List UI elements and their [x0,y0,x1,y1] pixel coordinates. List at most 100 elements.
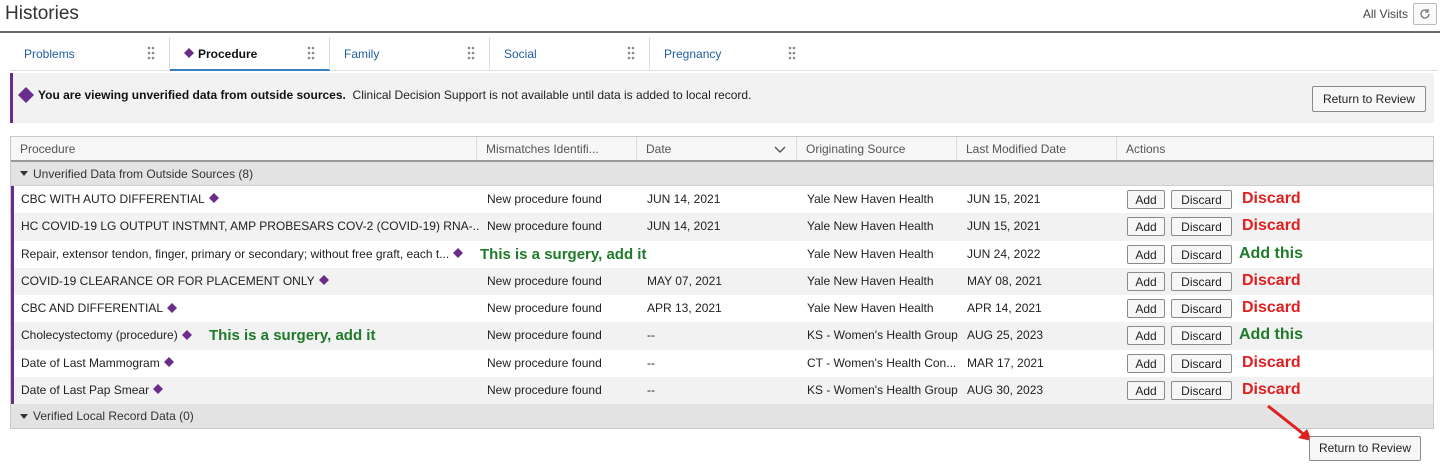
group-verified[interactable]: Verified Local Record Data (0) [11,404,1433,429]
drag-grip-icon[interactable] [147,46,155,60]
surgery-annotation: This is a surgery, add it [480,245,647,263]
tab-procedure[interactable]: Procedure [170,37,330,71]
caret-down-icon[interactable] [20,413,28,419]
cell-mismatch: New procedure found [480,213,640,240]
cell-text: CT - Women's Health Con... [807,355,957,370]
add-button[interactable]: Add [1127,381,1165,401]
table-row[interactable]: Cholecystectomy (procedure) New procedure… [11,322,1433,350]
return-to-review-button[interactable]: Return to Review [1312,86,1426,112]
tab-problems[interactable]: Problems [10,37,170,71]
drag-grip-icon[interactable] [467,46,475,60]
column-header-procedure[interactable]: Procedure [11,137,477,160]
cell-text: AUG 25, 2023 [967,328,1044,343]
add-button[interactable]: Add [1127,217,1165,237]
cell-text: COVID-19 CLEARANCE OR FOR PLACEMENT ONLY [21,273,315,288]
table-row[interactable]: CBC AND DIFFERENTIAL New procedure found A… [11,295,1433,323]
cell-date: APR 13, 2021 [640,295,800,322]
column-header-modified[interactable]: Last Modified Date [957,137,1117,160]
column-header-mismatches[interactable]: Mismatches Identifi... [477,137,637,160]
cell-text: APR 14, 2021 [967,301,1042,316]
cell-text: JUN 14, 2021 [647,219,721,234]
cell-date [640,241,800,268]
cell-procedure: HC COVID-19 LG OUTPUT INSTMNT, AMP PROBE… [14,213,480,240]
surgery-annotation: This is a surgery, add it [209,327,376,345]
tab-label: Family [344,47,380,61]
add-button[interactable]: Add [1127,190,1165,209]
discard-button[interactable]: Discard [1171,190,1232,209]
table-row[interactable]: CBC WITH AUTO DIFFERENTIAL New procedure … [11,186,1433,214]
cell-text: New procedure found [487,273,602,288]
table-row[interactable]: Repair, extensor tendon, finger, primary… [11,240,1433,268]
cell-modified: MAR 17, 2021 [960,350,1120,377]
cell-text: CBC AND DIFFERENTIAL [21,301,164,316]
discard-button[interactable]: Discard [1171,217,1232,237]
cell-text: -- [647,355,655,370]
action-annotation: Discard [1242,381,1301,399]
cell-text: CBC WITH AUTO DIFFERENTIAL [21,192,205,206]
unverified-diamond-icon [18,87,34,103]
drag-grip-icon[interactable] [788,46,796,60]
discard-button[interactable]: Discard [1171,326,1232,346]
unverified-diamond-icon [167,296,178,323]
tab-social[interactable]: Social [490,37,650,71]
cell-mismatch: New procedure found [480,295,640,322]
cell-text: New procedure found [487,355,602,370]
add-button[interactable]: Add [1127,353,1165,373]
discard-button[interactable]: Discard [1171,244,1232,264]
group-label: Unverified Data from Outside Sources (8) [33,167,254,181]
caret-down-icon[interactable] [20,171,28,177]
cell-text: JUN 24, 2022 [967,246,1041,261]
refresh-button[interactable] [1413,3,1437,25]
cell-text: AUG 30, 2023 [967,383,1044,398]
column-header-source[interactable]: Originating Source [797,137,957,160]
discard-button[interactable]: Discard [1171,271,1232,291]
chevron-down-icon[interactable] [774,146,786,154]
cell-text: New procedure found [487,219,602,234]
cell-text: MAY 08, 2021 [967,273,1042,288]
drag-grip-icon[interactable] [627,46,635,60]
discard-button[interactable]: Discard [1171,381,1232,401]
cell-modified: APR 14, 2021 [960,295,1120,322]
column-header-date[interactable]: Date [637,137,797,160]
add-button[interactable]: Add [1127,244,1165,264]
add-button[interactable]: Add [1127,271,1165,291]
cell-date: -- [640,350,800,377]
cell-modified: AUG 30, 2023 [960,377,1120,404]
table-row[interactable]: Date of Last Mammogram New procedure foun… [11,349,1433,378]
cell-text: HC COVID-19 LG OUTPUT INSTMNT, AMP PROBE… [21,219,480,234]
cell-date: MAY 07, 2021 [640,268,800,295]
return-to-review-button-bottom[interactable]: Return to Review [1309,436,1421,461]
cell-text: MAY 07, 2021 [647,273,722,288]
discard-button[interactable]: Discard [1171,299,1232,319]
table-row[interactable]: Date of Last Pap Smear New procedure foun… [11,377,1433,405]
add-button[interactable]: Add [1127,326,1165,346]
cell-procedure: CBC AND DIFFERENTIAL [14,295,480,322]
refresh-icon [1420,9,1430,19]
cell-text: KS - Women's Health Group [807,328,958,343]
table-row[interactable]: HC COVID-19 LG OUTPUT INSTMNT, AMP PROBE… [11,213,1433,241]
all-visits-label[interactable]: All Visits [1363,7,1408,21]
cell-source: Yale New Haven Health [800,241,960,268]
tab-pregnancy[interactable]: Pregnancy [650,37,810,71]
drag-grip-icon[interactable] [307,46,315,60]
unverified-diamond-icon [153,377,164,404]
cell-source: Yale New Haven Health [800,268,960,295]
cell-text: Repair, extensor tendon, finger, primary… [21,246,450,261]
add-button[interactable]: Add [1127,299,1165,319]
cell-text: JUN 15, 2021 [967,219,1041,234]
cell-text: Yale New Haven Health [807,192,934,206]
procedure-grid: Procedure Mismatches Identifi... Date Or… [10,136,1434,430]
cell-mismatch: New procedure found [480,377,640,404]
cell-text: Yale New Haven Health [807,219,934,234]
histories-header: Histories All Visits [0,0,1440,33]
tab-family[interactable]: Family [330,37,490,71]
cell-source: CT - Women's Health Con... [800,350,960,377]
table-row[interactable]: COVID-19 CLEARANCE OR FOR PLACEMENT ONLY… [11,267,1433,296]
discard-button[interactable]: Discard [1171,353,1232,373]
cell-mismatch: New procedure found [480,186,640,213]
group-unverified[interactable]: Unverified Data from Outside Sources (8) [11,162,1433,186]
tab-label: Social [504,47,537,61]
cell-mismatch: New procedure found [480,350,640,377]
action-annotation: Discard [1242,271,1301,289]
cell-procedure: Repair, extensor tendon, finger, primary… [14,241,480,268]
